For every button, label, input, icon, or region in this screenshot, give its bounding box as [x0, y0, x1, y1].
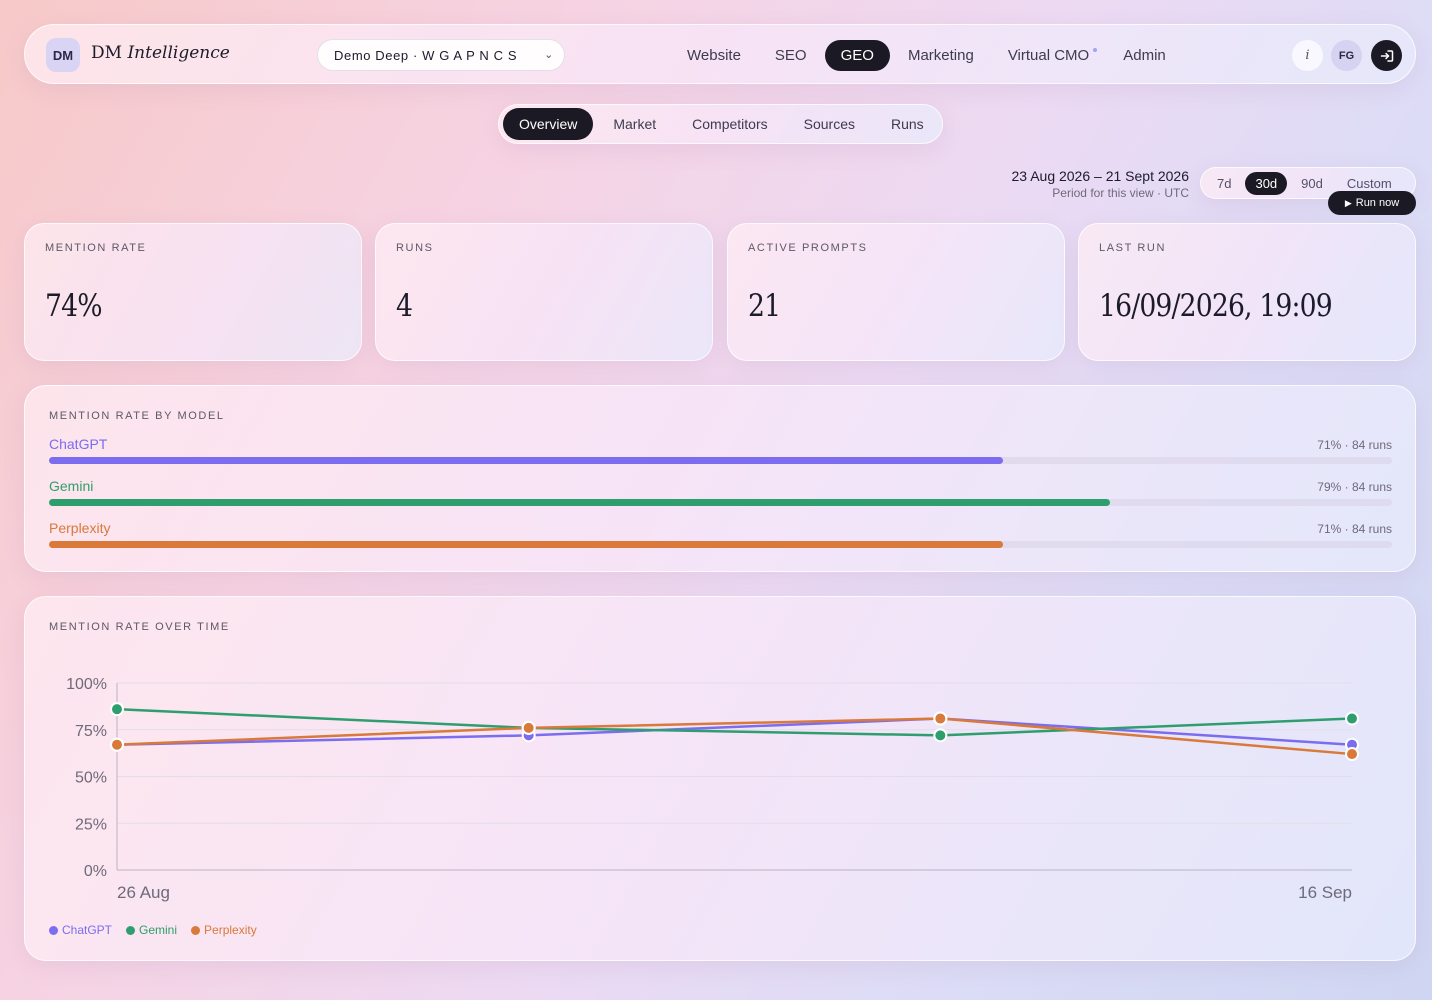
- kpi-card-runs: RUNS 4: [375, 223, 713, 361]
- avatar[interactable]: FG: [1331, 40, 1362, 71]
- model-row-perplexity: Perplexity 71% · 84 runs: [49, 520, 1392, 548]
- y-tick-label: 75%: [75, 723, 107, 740]
- model-row-chatgpt: ChatGPT 71% · 84 runs: [49, 436, 1392, 464]
- legend-dot: [49, 925, 58, 935]
- brand-name[interactable]: DM Intelligence: [91, 43, 230, 63]
- nav-virtual-cmo-label: Virtual CMO: [1007, 46, 1090, 64]
- tab-market[interactable]: Market: [597, 108, 672, 140]
- nav-seo[interactable]: SEO: [759, 40, 823, 71]
- y-tick-label: 100%: [66, 676, 107, 693]
- kpi-value: 4: [396, 288, 413, 324]
- model-meta: 71% · 84 runs: [1317, 522, 1392, 536]
- progress-fill: [49, 457, 1003, 464]
- progress-track: [49, 499, 1392, 506]
- info-icon[interactable]: i: [1292, 40, 1323, 71]
- model-meta: 79% · 84 runs: [1317, 480, 1392, 494]
- progress-fill: [49, 541, 1003, 548]
- brand-badge[interactable]: DM: [46, 38, 80, 72]
- nav-geo[interactable]: GEO: [824, 39, 890, 71]
- legend-item-chatgpt[interactable]: ChatGPT: [49, 923, 112, 937]
- kpi-label: LAST RUN: [1099, 242, 1166, 254]
- legend-label: Perplexity: [204, 923, 257, 937]
- data-point-gemini: [110, 702, 124, 717]
- legend-dot: [191, 925, 201, 935]
- data-point-perplexity: [1345, 747, 1359, 762]
- kpi-card-last-run: LAST RUN 16/09/2026, 19:09: [1078, 223, 1416, 361]
- line-chart: 100% 75% 50% 25% 0% 26 Aug 16 Sep: [66, 676, 1359, 902]
- tab-overview[interactable]: Overview: [503, 108, 594, 140]
- logout-icon[interactable]: [1371, 40, 1402, 71]
- x-tick-label: 26 Aug: [117, 883, 170, 902]
- model-name: Gemini: [49, 478, 94, 494]
- x-tick-label: 16 Sep: [1298, 883, 1352, 902]
- data-point-perplexity: [110, 737, 124, 752]
- period-range: 23 Aug 2026 – 21 Sept 2026: [1011, 168, 1190, 184]
- kpi-value: 74%: [45, 288, 103, 324]
- data-point-gemini: [1345, 711, 1359, 726]
- model-row-gemini: Gemini 79% · 84 runs: [49, 478, 1392, 506]
- run-now-button[interactable]: ▶ Run now: [1328, 191, 1416, 215]
- sub-tabs: Overview Market Competitors Sources Runs: [498, 104, 943, 144]
- legend-label: ChatGPT: [62, 923, 113, 937]
- range-90d-button[interactable]: 90d: [1291, 172, 1333, 195]
- main-nav: Website SEO GEO Marketing Virtual CMO Ad…: [671, 39, 1184, 71]
- kpi-label: RUNS: [396, 242, 434, 254]
- nav-website[interactable]: Website: [671, 40, 757, 71]
- brand-name-plain: DM: [91, 43, 123, 63]
- legend-dot: [126, 925, 136, 935]
- tab-sources[interactable]: Sources: [788, 108, 871, 140]
- kpi-card-mention-rate: MENTION RATE 74%: [24, 223, 362, 361]
- play-icon: ▶: [1344, 197, 1352, 208]
- tab-competitors[interactable]: Competitors: [676, 108, 783, 140]
- model-meta: 71% · 84 runs: [1317, 438, 1392, 452]
- range-7d-button[interactable]: 7d: [1207, 172, 1241, 195]
- legend-label: Gemini: [139, 923, 178, 937]
- mention-rate-by-model-panel: MENTION RATE BY MODEL ChatGPT 71% · 84 r…: [24, 385, 1416, 572]
- tab-runs[interactable]: Runs: [875, 108, 940, 140]
- data-point-gemini: [933, 728, 948, 743]
- kpi-value: 16/09/2026, 19:09: [1099, 288, 1333, 324]
- brand-name-italic: Intelligence: [127, 43, 230, 63]
- model-name: Perplexity: [49, 520, 111, 536]
- project-select-value: Demo Deep · W G A P N C S: [334, 47, 518, 63]
- new-indicator-dot: [1093, 47, 1098, 52]
- progress-fill: [49, 499, 1110, 506]
- nav-virtual-cmo[interactable]: Virtual CMO: [992, 40, 1105, 71]
- nav-admin[interactable]: Admin: [1107, 40, 1182, 71]
- period-subtitle: Period for this view · UTC: [1052, 186, 1189, 200]
- kpi-value: 21: [748, 288, 781, 324]
- y-tick-label: 25%: [75, 816, 107, 833]
- y-tick-label: 0%: [84, 863, 107, 880]
- data-point-perplexity: [933, 711, 948, 726]
- run-now-label: Run now: [1355, 197, 1400, 209]
- mention-rate-over-time-panel: MENTION RATE OVER TIME 100% 75% 50% 25% 0% 26…: [24, 596, 1416, 961]
- chart-legend: ChatGPT Gemini Perplexity: [49, 923, 271, 937]
- top-bar: DM DM Intelligence Demo Deep · W G A P N…: [24, 24, 1416, 84]
- progress-track: [49, 541, 1392, 548]
- kpi-label: MENTION RATE: [45, 242, 147, 254]
- kpi-card-active-prompts: ACTIVE PROMPTS 21: [727, 223, 1065, 361]
- period-info: 23 Aug 2026 – 21 Sept 2026 Period for th…: [1012, 168, 1190, 200]
- project-select[interactable]: Demo Deep · W G A P N C S ⌄: [317, 39, 565, 71]
- panel-title: MENTION RATE BY MODEL: [49, 410, 225, 422]
- legend-item-perplexity[interactable]: Perplexity: [191, 923, 257, 937]
- progress-track: [49, 457, 1392, 464]
- chevron-down-icon: ⌄: [544, 49, 554, 61]
- y-tick-label: 50%: [75, 770, 107, 787]
- data-point-perplexity: [521, 720, 536, 735]
- kpi-label: ACTIVE PROMPTS: [748, 242, 868, 254]
- model-name: ChatGPT: [49, 436, 108, 452]
- series-line-perplexity: [116, 717, 1353, 756]
- range-30d-button[interactable]: 30d: [1245, 171, 1288, 195]
- legend-item-gemini[interactable]: Gemini: [126, 923, 177, 937]
- nav-marketing[interactable]: Marketing: [892, 40, 990, 71]
